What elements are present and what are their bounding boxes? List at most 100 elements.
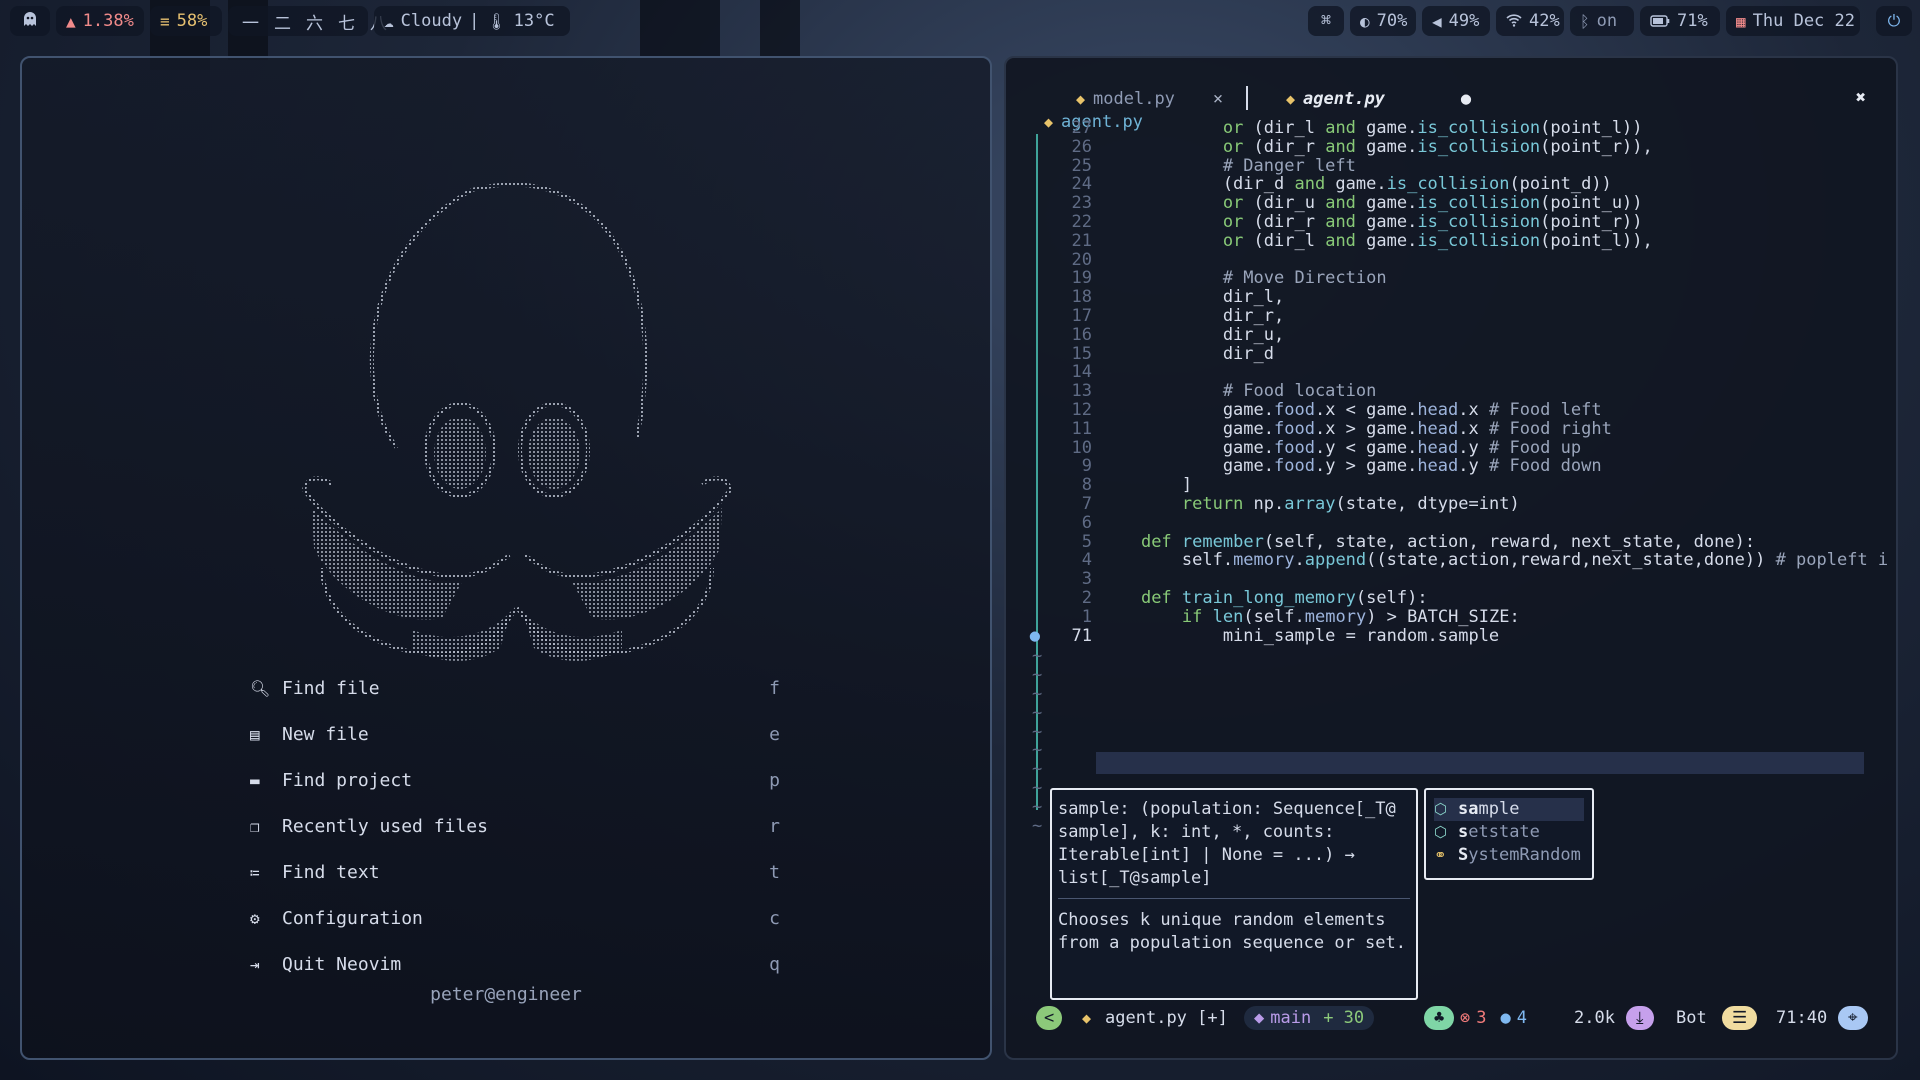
signature-line: sample: (population: Sequence[_T@ [1058,799,1396,819]
command-widget[interactable]: ⌘ [1308,6,1344,36]
code-line[interactable]: # Food location [1100,381,1377,401]
octopus-logo [292,178,742,676]
code-line[interactable]: self.memory.append((state,action,reward,… [1100,550,1888,570]
code-line[interactable]: dir_l, [1100,287,1284,307]
editor-window: ◆ model.py × ◆ agent.py ● ✖ ◆ agent.py 2… [1004,56,1898,1060]
code-line[interactable]: if len(self.memory) > BATCH_SIZE: [1100,607,1520,627]
branch-name: main [1270,1008,1312,1028]
line-number: 16 [1071,324,1092,345]
memory-widget[interactable]: ≡ 58% [150,6,222,36]
code-line[interactable]: mini_sample = random.sample [1100,626,1499,646]
separator: | [469,11,480,31]
line-number: 20 [1071,249,1092,270]
code-line[interactable]: def remember(self, state, action, reward… [1100,532,1755,552]
code-line[interactable]: # Danger left [1100,156,1356,176]
battery-widget[interactable]: 71% [1640,6,1720,36]
code-line[interactable]: game.food.x < game.head.x # Food left [1100,400,1602,420]
volume-widget[interactable]: ◀ 49% [1422,6,1490,36]
menu-label: New file [282,723,369,745]
code-line[interactable]: game.food.y > game.head.y # Food down [1100,456,1602,476]
code-line[interactable]: dir_d [1100,344,1274,364]
command-icon: ⌘ [1320,11,1332,31]
completion-rest: ystemRandom [1468,845,1581,865]
line-number: 23 [1071,193,1092,214]
workspace-2[interactable]: 二 [274,9,291,34]
menu-shortcut: c [769,907,780,929]
launcher-button[interactable] [10,6,50,36]
thermometer-icon: 🌡 [486,11,507,31]
code-line[interactable]: ] [1100,475,1192,495]
battery-icon [1650,12,1670,31]
code-line[interactable]: def train_long_memory(self): [1100,588,1428,608]
format-indicator: ☰ [1722,1006,1758,1030]
line-number: 27 [1071,118,1092,138]
menu-label: Find text [282,861,380,883]
code-line[interactable]: or (dir_r and game.is_collision(point_r)… [1100,212,1643,232]
menu-new-file[interactable]: ▤ New file e [250,716,780,752]
tab-agent-py[interactable]: ◆ agent.py ● [1286,84,1471,114]
weather-widget[interactable]: ☁ Cloudy | 🌡 13°C [374,6,570,36]
hint-icon: ● [1500,1008,1511,1028]
signature-line: sample], k: int, *, counts: [1058,822,1335,842]
database-icon: ≡ [160,11,170,31]
completion-item[interactable]: ⬡ sample [1434,798,1584,821]
menu-recent-files[interactable]: ❐ Recently used files r [250,808,780,844]
python-icon: ◆ [1286,90,1296,108]
code-line[interactable]: (dir_d and game.is_collision(point_d)) [1100,174,1612,194]
diagnostics[interactable]: ⊗ 3 ● 4 [1460,1006,1527,1030]
date-widget[interactable]: ▦ Thu Dec 22 [1726,6,1860,36]
tab-close-button[interactable]: × [1213,89,1223,109]
power-button[interactable]: ⏻ [1876,6,1912,36]
tab-model-py[interactable]: ◆ model.py × [1076,84,1223,114]
brightness-widget[interactable]: ◐ 70% [1350,6,1416,36]
volume-icon: ◀ [1432,11,1442,31]
workspace-6[interactable]: 六 [306,9,323,34]
empty-line-marker: ~ [1032,815,1043,836]
completion-item[interactable]: ⚭ SystemRandom [1434,844,1584,867]
menu-quit[interactable]: ⇥ Quit Neovim q [250,946,780,982]
close-window-button[interactable]: ✖ [1856,88,1866,108]
signature-doc-line: from a population sequence or set. [1058,933,1406,953]
line-number: 14 [1071,362,1092,383]
git-branch[interactable]: ◆ main + 30 [1244,1006,1375,1030]
find-text-icon: ≔ [250,862,260,882]
menu-find-project[interactable]: ▬ Find project p [250,762,780,798]
line-number: 2 [1081,588,1092,608]
code-line[interactable]: # Move Direction [1100,268,1387,288]
menu-find-file[interactable]: 🔍︎ Find file f [250,670,780,706]
line-number: 9 [1081,456,1092,477]
completion-rest: etstate [1468,822,1540,842]
code-line[interactable]: or (dir_u and game.is_collision(point_u)… [1100,193,1643,213]
line-number: 18 [1071,287,1092,308]
code-line[interactable]: return np.array(state, dtype=int) [1100,494,1520,514]
line-number: 4 [1081,550,1092,571]
line-number: 13 [1071,381,1092,402]
code-line[interactable]: dir_u, [1100,325,1284,345]
workspace-1[interactable]: 一 [242,9,259,34]
top-bar: ▲ 1.38% ≡ 58% 一 二 六 七 八 ☁ Cloudy | 🌡 13°… [0,0,1920,42]
tab-label: agent.py [1303,89,1385,109]
bluetooth-widget[interactable]: ᛒ on [1570,6,1634,36]
method-icon: ⬡ [1434,800,1448,818]
file-size: 2.0k [1574,1008,1615,1028]
line-number: 24 [1071,174,1092,195]
signature-line: list[_T@sample] [1058,868,1212,888]
cpu-widget[interactable]: ▲ 1.38% [56,6,144,36]
popup-divider [1058,898,1410,899]
line-number: 11 [1071,418,1092,439]
code-line[interactable]: or (dir_l and game.is_collision(point_l)… [1100,118,1643,138]
workspace-7[interactable]: 七 [338,9,355,34]
wifi-widget[interactable]: 42% [1496,6,1564,36]
code-line[interactable]: or (dir_r and game.is_collision(point_r)… [1100,137,1653,157]
battery-value: 71% [1677,11,1708,31]
menu-configuration[interactable]: ⚙ Configuration c [250,900,780,936]
code-line[interactable]: game.food.x > game.head.x # Food right [1100,419,1612,439]
code-line[interactable]: or (dir_l and game.is_collision(point_l)… [1100,231,1653,251]
menu-find-text[interactable]: ≔ Find text t [250,854,780,890]
code-line[interactable]: dir_r, [1100,306,1284,326]
code-line[interactable]: game.food.y < game.head.y # Food up [1100,438,1581,458]
empty-line-marker: ~ [1032,646,1043,667]
completion-item[interactable]: ⬡ setstate [1434,821,1584,844]
calendar-icon: ▦ [1736,11,1746,31]
new-file-icon: ▤ [250,724,260,744]
